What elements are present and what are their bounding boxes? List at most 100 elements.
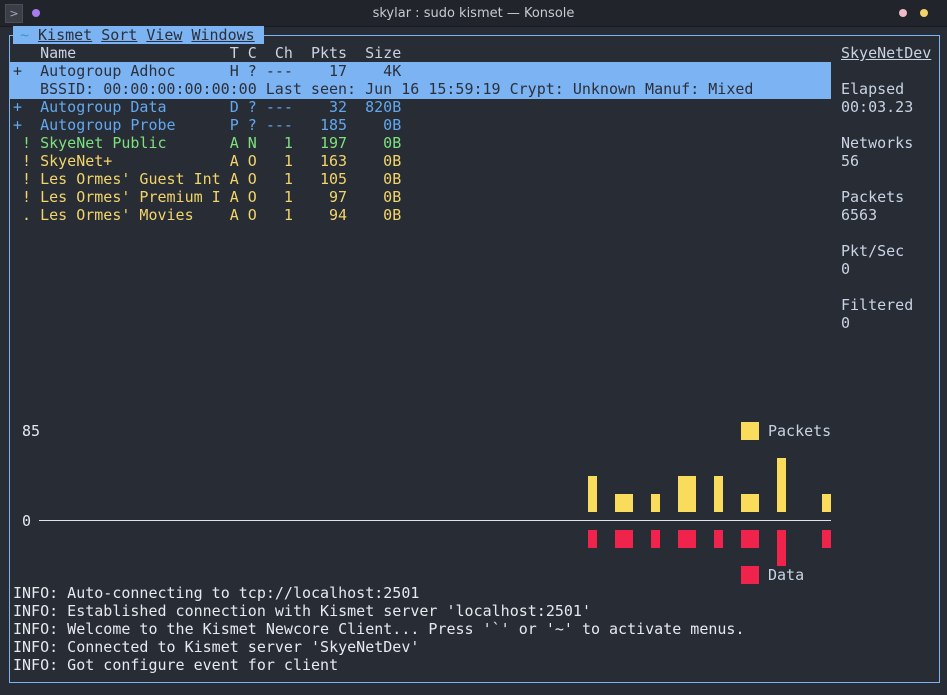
- menu-sort[interactable]: Sort: [101, 26, 137, 44]
- network-ch: ---: [265, 62, 293, 80]
- packets-bar: [615, 494, 633, 512]
- log-line: INFO: Connected to Kismet server 'SkyeNe…: [13, 638, 420, 656]
- network-t: P: [229, 116, 239, 134]
- col-packets[interactable]: Pkts: [293, 44, 347, 62]
- network-pkts: 197: [319, 134, 348, 152]
- title-bar: > skylar : sudo kismet — Konsole: [0, 0, 947, 27]
- server-name: SkyeNetDev: [841, 44, 932, 62]
- window-title: skylar : sudo kismet — Konsole: [372, 6, 575, 21]
- network-name: Autogroup Probe: [40, 116, 176, 134]
- col-size[interactable]: Size: [347, 44, 401, 62]
- network-t: A: [229, 134, 239, 152]
- log-line: INFO: Got configure event for client: [13, 656, 339, 674]
- network-t: A: [229, 170, 239, 188]
- network-t: D: [229, 98, 239, 116]
- network-list-header: Name T C Ch Pkts Size: [13, 44, 401, 62]
- network-row[interactable]: . Les Ormes' Movies A O 1 94 0B: [13, 206, 401, 224]
- network-name: SkyeNet Public: [40, 134, 167, 152]
- data-bar: [777, 530, 786, 566]
- stat-value: 00:03.23: [841, 98, 914, 116]
- data-bar: [615, 530, 633, 548]
- menu-windows[interactable]: Windows: [191, 26, 254, 44]
- menu-tilde[interactable]: ~: [20, 26, 29, 44]
- log-line: INFO: Established connection with Kismet…: [13, 602, 591, 620]
- network-pkts: 94: [329, 206, 348, 224]
- menu-view[interactable]: View: [146, 26, 182, 44]
- network-prefix: !: [13, 152, 32, 170]
- network-row[interactable]: ! SkyeNet Public A N 1 197 0B: [13, 134, 401, 152]
- network-size: 4K: [383, 62, 402, 80]
- legend-data-swatch: [741, 566, 759, 584]
- network-pkts: 163: [319, 152, 348, 170]
- stat-label: Networks: [841, 134, 914, 152]
- network-t: H: [229, 62, 239, 80]
- network-row[interactable]: ! SkyeNet+ A O 1 163 0B: [13, 152, 401, 170]
- log-line: INFO: Welcome to the Kismet Newcore Clie…: [13, 620, 745, 638]
- col-channel[interactable]: Ch: [266, 44, 293, 62]
- network-row[interactable]: ! Les Ormes' Guest Int A O 1 105 0B: [13, 170, 401, 188]
- network-ch: 1: [283, 188, 293, 206]
- network-t: A: [229, 152, 239, 170]
- col-crypt[interactable]: C: [248, 44, 266, 62]
- network-t: A: [229, 188, 239, 206]
- stat-label: Pkt/Sec: [841, 242, 905, 260]
- network-ch: ---: [265, 116, 293, 134]
- network-size: 0B: [383, 188, 402, 206]
- y-axis-zero: 0: [22, 512, 32, 530]
- network-pkts: 32: [329, 98, 348, 116]
- network-c: ?: [247, 62, 257, 80]
- network-name: Les Ormes' Movies: [40, 206, 194, 224]
- network-c: ?: [247, 98, 257, 116]
- kismet-terminal: ~ Kismet Sort View Windows Name T C Ch P…: [0, 26, 947, 695]
- network-prefix: !: [13, 188, 32, 206]
- menu-kismet[interactable]: Kismet: [38, 26, 92, 44]
- data-bar: [822, 530, 831, 548]
- legend-packets-label: Packets: [768, 422, 832, 440]
- network-name: Les Ormes' Premium I: [40, 188, 221, 206]
- network-c: O: [247, 206, 257, 224]
- data-bar: [651, 530, 660, 548]
- stat-value: 56: [841, 152, 860, 170]
- stat-label: Filtered: [841, 296, 914, 314]
- y-axis-max: 85: [22, 422, 41, 440]
- network-size: 0B: [383, 170, 402, 188]
- chart-baseline: [39, 520, 831, 521]
- log-line: INFO: Auto-connecting to tcp://localhost…: [13, 584, 420, 602]
- network-row[interactable]: + Autogroup Adhoc H? --- 17 4K: [13, 62, 401, 80]
- network-prefix: +: [13, 98, 23, 116]
- stat-label: Packets: [841, 188, 905, 206]
- network-size: 0B: [383, 152, 402, 170]
- maximize-button[interactable]: [920, 9, 928, 17]
- data-bar: [714, 530, 723, 548]
- network-ch: 1: [283, 134, 293, 152]
- network-ch: 1: [283, 152, 293, 170]
- network-ch: 1: [283, 206, 293, 224]
- stat-value: 0: [841, 314, 851, 332]
- packets-bar: [651, 494, 660, 512]
- network-pkts: 97: [329, 188, 348, 206]
- minimize-button[interactable]: [899, 9, 907, 17]
- stat-value: 0: [841, 260, 851, 278]
- network-row[interactable]: + Autogroup Data D? --- 32 820B: [13, 98, 401, 116]
- network-row[interactable]: + Autogroup Probe P? --- 185 0B: [13, 116, 401, 134]
- col-name[interactable]: Name: [40, 44, 230, 62]
- stat-value: 6563: [841, 206, 878, 224]
- col-type[interactable]: T: [230, 44, 248, 62]
- menu-bar-items: ~ Kismet Sort View Windows: [20, 26, 255, 44]
- network-prefix: !: [13, 134, 32, 152]
- network-size: 0B: [383, 116, 402, 134]
- network-c: O: [247, 152, 257, 170]
- network-prefix: !: [13, 170, 32, 188]
- network-t: A: [229, 206, 239, 224]
- network-name: SkyeNet+: [40, 152, 113, 170]
- network-detail: BSSID: 00:00:00:00:00:00 Last seen: Jun …: [40, 80, 754, 98]
- network-c: O: [247, 170, 257, 188]
- network-name: Les Ormes' Guest Int: [40, 170, 221, 188]
- network-size: 0B: [383, 134, 402, 152]
- packets-bar: [777, 458, 786, 512]
- legend-packets-swatch: [741, 422, 759, 440]
- network-row[interactable]: ! Les Ormes' Premium I A O 1 97 0B: [13, 188, 401, 206]
- network-prefix: +: [13, 62, 23, 80]
- network-ch: 1: [283, 170, 293, 188]
- network-c: N: [247, 134, 257, 152]
